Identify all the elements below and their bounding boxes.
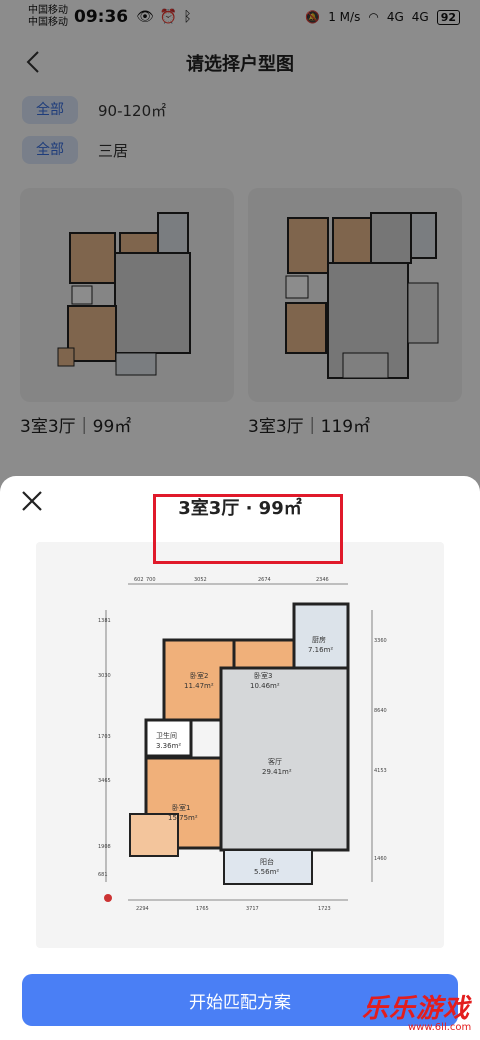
- room-label-bedroom2: 卧室2: [190, 671, 208, 680]
- room-area-kitchen: 7.16m²: [308, 646, 333, 654]
- dim-right-1: 3360: [374, 638, 387, 644]
- compass-icon: [104, 894, 112, 902]
- room-area-bedroom1: 15.75m²: [168, 814, 198, 822]
- dim-right-3: 4153: [374, 768, 387, 774]
- sheet-title: 3室3厅 · 99㎡: [178, 498, 302, 519]
- room-label-bedroom3: 卧室3: [254, 671, 272, 680]
- dim-left-1: 1381: [98, 618, 111, 624]
- dim-top-4: 2674: [258, 577, 271, 583]
- dim-right-4: 1460: [374, 856, 387, 862]
- room-area-bathroom: 3.36m²: [156, 742, 181, 750]
- dim-bottom-3: 3717: [246, 906, 259, 912]
- dim-left-4: 3465: [98, 778, 111, 784]
- dim-top-2: 700: [146, 577, 156, 583]
- dim-bottom-2: 1765: [196, 906, 209, 912]
- room-label-bedroom1: 卧室1: [172, 803, 190, 812]
- dim-left-5: 1908: [98, 844, 111, 850]
- floorplan-preview: 602 700 3052 2674 2346 2294 1765 3717 17…: [36, 542, 444, 948]
- room-label-kitchen: 厨房: [312, 635, 326, 644]
- room-label-living: 客厅: [268, 757, 282, 766]
- room-area-living: 29.41m²: [262, 768, 292, 776]
- watermark-title: 乐乐游戏: [362, 994, 471, 1024]
- dim-bottom-4: 1723: [318, 906, 331, 912]
- watermark-url: www.6ll.com: [408, 1022, 472, 1033]
- room-area-bedroom2: 11.47m²: [184, 682, 214, 690]
- floorplan-drawing: 602 700 3052 2674 2346 2294 1765 3717 17…: [98, 577, 387, 912]
- dim-left-3: 1703: [98, 734, 111, 740]
- room-area-bedroom3: 10.46m²: [250, 682, 280, 690]
- dim-left-2: 3030: [98, 673, 111, 679]
- dim-left-6: 681: [98, 872, 108, 878]
- room-label-balcony: 阳台: [260, 857, 274, 866]
- room-area-balcony: 5.56m²: [254, 868, 279, 876]
- dim-top-5: 2346: [316, 577, 329, 583]
- dim-bottom-1: 2294: [136, 906, 149, 912]
- bottom-sheet: 3室3厅 · 99㎡ 602 700 3052 2674 2346 2294 1…: [0, 476, 480, 1040]
- room-label-bathroom: 卫生间: [156, 731, 177, 740]
- dim-right-2: 8640: [374, 708, 387, 714]
- dim-top-1: 602: [134, 577, 144, 583]
- dim-top-3: 3052: [194, 577, 207, 583]
- watermark-logo: 乐乐游戏 www.6ll.com: [362, 988, 480, 1040]
